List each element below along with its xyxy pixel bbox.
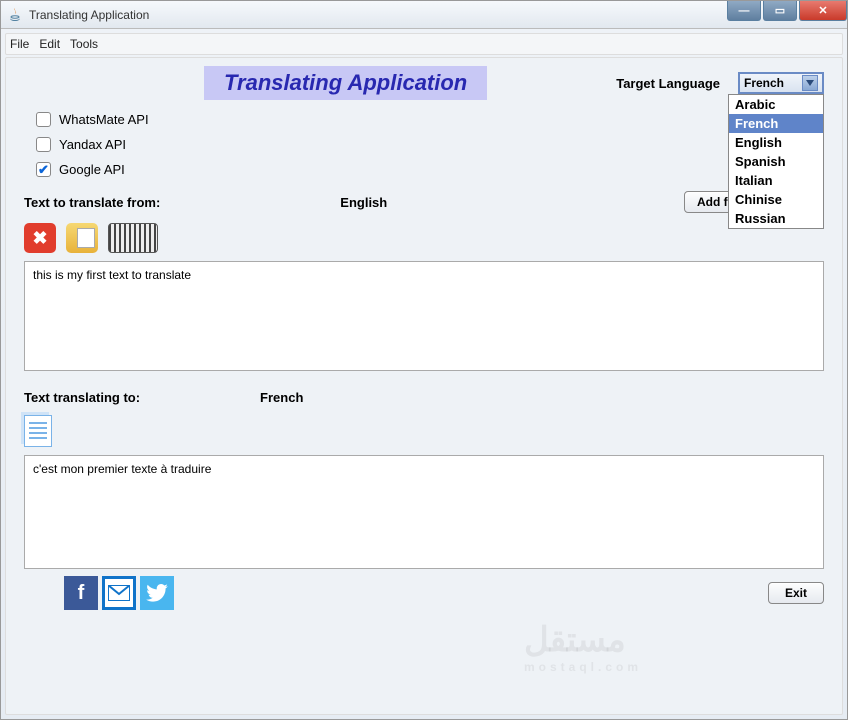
java-icon: [7, 7, 23, 23]
source-language: English: [340, 195, 387, 210]
api-checkboxes: WhatsMate API Yandax API ✔ Google API: [36, 112, 824, 177]
document-icon[interactable]: [24, 415, 52, 447]
close-button[interactable]: ✕: [799, 1, 847, 21]
target-toolbar: [24, 415, 824, 447]
menu-file[interactable]: File: [10, 37, 29, 51]
yandax-checkbox[interactable]: [36, 137, 51, 152]
dropdown-selected: French: [744, 76, 784, 90]
source-textarea[interactable]: [24, 261, 824, 371]
dropdown-option-spanish[interactable]: Spanish: [729, 152, 823, 171]
google-checkbox[interactable]: ✔: [36, 162, 51, 177]
dropdown-list: ArabicFrenchEnglishSpanishItalianChinise…: [728, 94, 824, 229]
minimize-button[interactable]: —: [727, 1, 761, 21]
maximize-button[interactable]: ▭: [763, 1, 797, 21]
google-label: Google API: [59, 162, 125, 177]
social-icons: f: [64, 576, 174, 610]
content-area: Translating Application Target Language …: [5, 57, 843, 715]
header-row: Translating Application Target Language …: [24, 66, 824, 100]
target-language-label: Target Language: [616, 76, 720, 91]
clear-icon[interactable]: ✖: [24, 223, 56, 253]
footer-row: f Exit: [24, 576, 824, 610]
dropdown-button[interactable]: French: [738, 72, 824, 94]
source-row-header: Text to translate from: English Add file…: [24, 191, 824, 213]
target-row-header: Text translating to: French: [24, 390, 824, 405]
target-language-dropdown: French ArabicFrenchEnglishSpanishItalian…: [738, 72, 824, 94]
dropdown-option-arabic[interactable]: Arabic: [729, 95, 823, 114]
keyboard-icon[interactable]: [108, 223, 158, 253]
whatsmate-row: WhatsMate API: [36, 112, 824, 127]
dropdown-option-english[interactable]: English: [729, 133, 823, 152]
target-label: Text translating to:: [24, 390, 140, 405]
menu-tools[interactable]: Tools: [70, 37, 98, 51]
twitter-icon[interactable]: [140, 576, 174, 610]
yandax-row: Yandax API: [36, 137, 824, 152]
dropdown-option-french[interactable]: French: [729, 114, 823, 133]
watermark: مستقل mostaql.com: [524, 620, 642, 674]
titlebar: Translating Application — ▭ ✕: [1, 1, 847, 29]
source-label: Text to translate from:: [24, 195, 160, 210]
source-toolbar: ✖: [24, 223, 824, 253]
paste-icon[interactable]: [66, 223, 98, 253]
window-controls: — ▭ ✕: [725, 1, 847, 23]
chevron-down-icon: [802, 75, 818, 91]
dropdown-option-italian[interactable]: Italian: [729, 171, 823, 190]
whatsmate-label: WhatsMate API: [59, 112, 149, 127]
app-title: Translating Application: [204, 66, 487, 100]
exit-button[interactable]: Exit: [768, 582, 824, 604]
target-language: French: [260, 390, 303, 405]
dropdown-option-russian[interactable]: Russian: [729, 209, 823, 228]
app-window: Translating Application — ▭ ✕ File Edit …: [0, 0, 848, 720]
dropdown-option-chinise[interactable]: Chinise: [729, 190, 823, 209]
menu-edit[interactable]: Edit: [39, 37, 60, 51]
window-title: Translating Application: [29, 8, 149, 22]
menu-bar: File Edit Tools: [5, 33, 843, 55]
yandax-label: Yandax API: [59, 137, 126, 152]
whatsmate-checkbox[interactable]: [36, 112, 51, 127]
facebook-icon[interactable]: f: [64, 576, 98, 610]
google-row: ✔ Google API: [36, 162, 824, 177]
target-textarea[interactable]: [24, 455, 824, 569]
email-icon[interactable]: [102, 576, 136, 610]
